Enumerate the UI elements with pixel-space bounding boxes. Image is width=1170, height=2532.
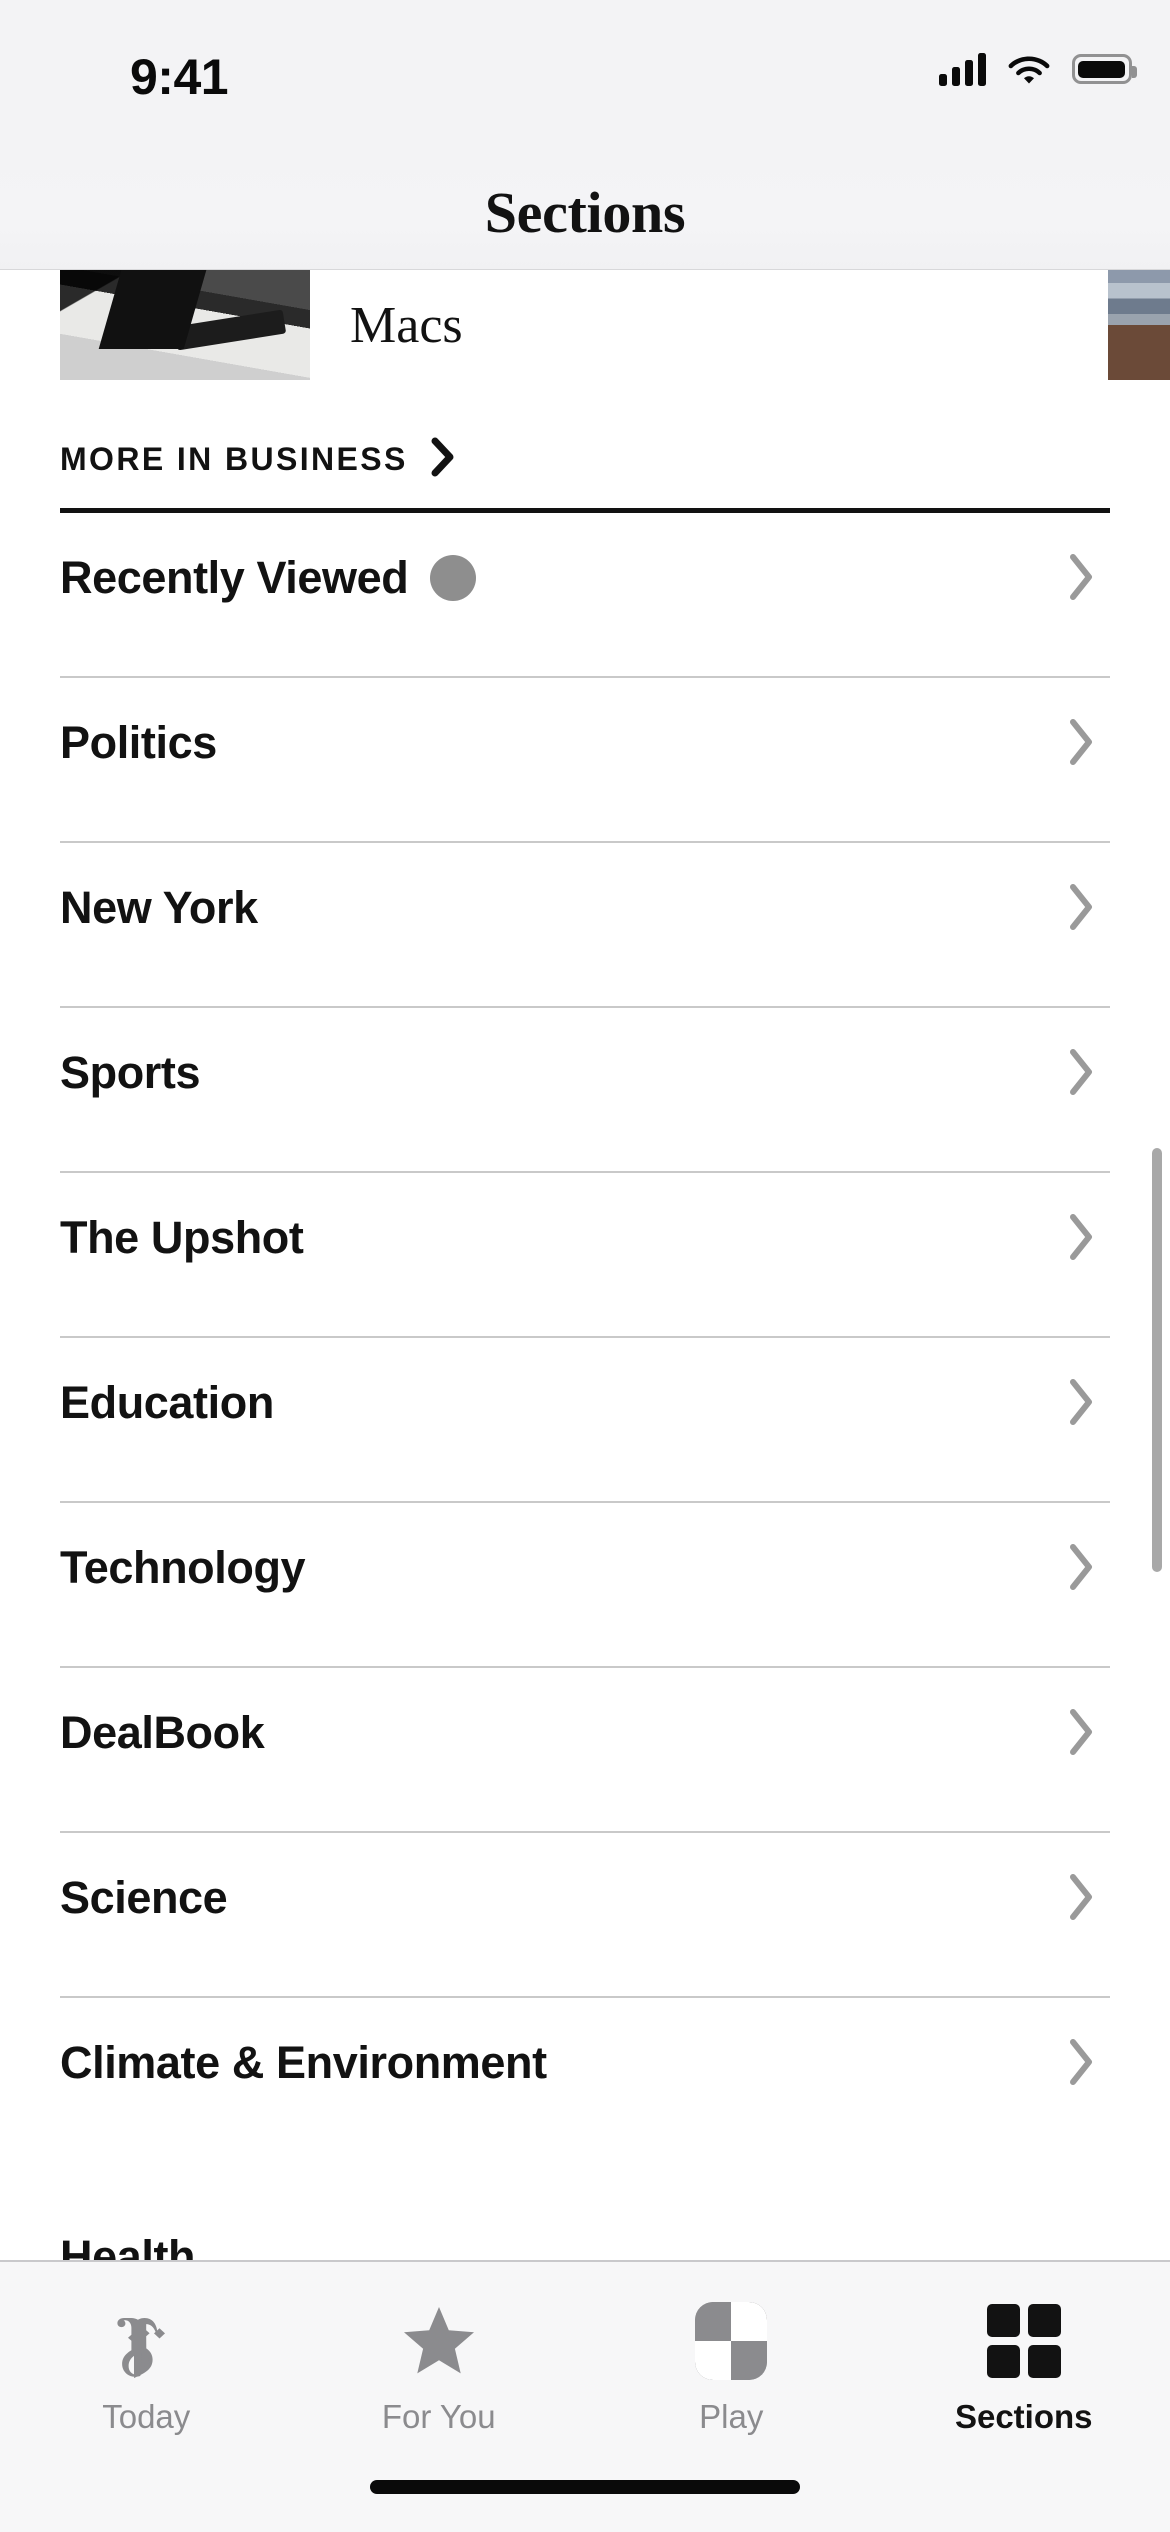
carousel-card-label: Macs	[350, 296, 463, 354]
chevron-right-icon	[1066, 1046, 1096, 1103]
carousel-card[interactable]: Macs	[60, 270, 463, 380]
tab-label: Sections	[954, 2398, 1093, 2435]
section-row-the-upshot[interactable]: The Upshot	[60, 1173, 1110, 1338]
section-label: New York	[60, 882, 258, 933]
grid-2x2-icon	[986, 2302, 1061, 2380]
wifi-icon	[1008, 53, 1050, 85]
vertical-scroll-indicator[interactable]	[1152, 1148, 1162, 1572]
tab-today[interactable]: Today	[0, 2302, 293, 2436]
chevron-right-icon	[1066, 2036, 1096, 2093]
section-row-education[interactable]: Education	[60, 1338, 1110, 1503]
chevron-right-icon	[1066, 716, 1096, 773]
app-screen: 9:41 Sections Macs MORE IN BUSINESS Rece…	[0, 0, 1170, 2532]
recently-viewed-badge-icon	[430, 555, 477, 601]
nav-header: Sections	[0, 155, 1170, 270]
tab-bar: Today For You Play Sections	[0, 2260, 1170, 2532]
section-row-science[interactable]: Science	[60, 1833, 1110, 1998]
chevron-right-icon	[1066, 551, 1096, 608]
sections-list: Recently Viewed Politics New York Sports…	[0, 513, 1170, 2163]
page-title: Sections	[484, 179, 686, 245]
section-label: Science	[60, 1872, 228, 1923]
chevron-right-icon	[1066, 1706, 1096, 1763]
section-label: Recently Viewed	[60, 552, 409, 603]
section-label: Climate & Environment	[60, 2037, 547, 2088]
section-row-new-york[interactable]: New York	[60, 843, 1110, 1008]
chevron-right-icon	[1066, 1211, 1096, 1268]
tab-label: For You	[381, 2398, 496, 2435]
business-carousel[interactable]: Macs	[0, 270, 1170, 380]
tab-sections[interactable]: Sections	[878, 2302, 1170, 2436]
chevron-right-icon	[1066, 1871, 1096, 1928]
tab-label: Play	[699, 2398, 764, 2435]
chevron-right-icon	[430, 437, 456, 482]
tab-for-you[interactable]: For You	[293, 2302, 586, 2436]
section-row-climate-environment[interactable]: Climate & Environment	[60, 1998, 1110, 2163]
nyt-t-logo-icon	[111, 2302, 181, 2380]
section-label: Sports	[60, 1047, 201, 1098]
section-row-health-partial[interactable]: Health	[60, 2234, 195, 2260]
home-indicator[interactable]	[370, 2480, 800, 2494]
section-label: Technology	[60, 1542, 306, 1593]
article-thumbnail	[60, 270, 310, 380]
status-bar-icons	[939, 52, 1137, 86]
section-label: Politics	[60, 717, 217, 768]
section-label: The Upshot	[60, 1212, 304, 1263]
status-bar: 9:41	[0, 0, 1170, 155]
section-label: DealBook	[60, 1707, 265, 1758]
section-row-technology[interactable]: Technology	[60, 1503, 1110, 1668]
section-row-recently-viewed[interactable]: Recently Viewed	[60, 513, 1110, 678]
section-row-sports[interactable]: Sports	[60, 1008, 1110, 1173]
section-row-politics[interactable]: Politics	[60, 678, 1110, 843]
more-in-business-link[interactable]: MORE IN BUSINESS	[0, 380, 1170, 490]
more-in-business-label: MORE IN BUSINESS	[60, 440, 408, 477]
tab-play[interactable]: Play	[585, 2302, 878, 2436]
cellular-signal-icon	[939, 52, 986, 86]
chevron-right-icon	[1066, 1376, 1096, 1433]
star-icon	[401, 2302, 477, 2380]
status-bar-time: 9:41	[130, 49, 229, 105]
article-thumbnail-partial[interactable]	[1108, 270, 1170, 380]
tab-label: Today	[102, 2398, 191, 2435]
play-checker-icon	[695, 2302, 768, 2380]
battery-full-icon	[1072, 54, 1137, 84]
section-row-dealbook[interactable]: DealBook	[60, 1668, 1110, 1833]
sections-scroll-container[interactable]: Macs MORE IN BUSINESS Recently Viewed Po…	[0, 270, 1170, 2260]
section-label: Education	[60, 1377, 274, 1428]
chevron-right-icon	[1066, 1541, 1096, 1598]
chevron-right-icon	[1066, 881, 1096, 938]
